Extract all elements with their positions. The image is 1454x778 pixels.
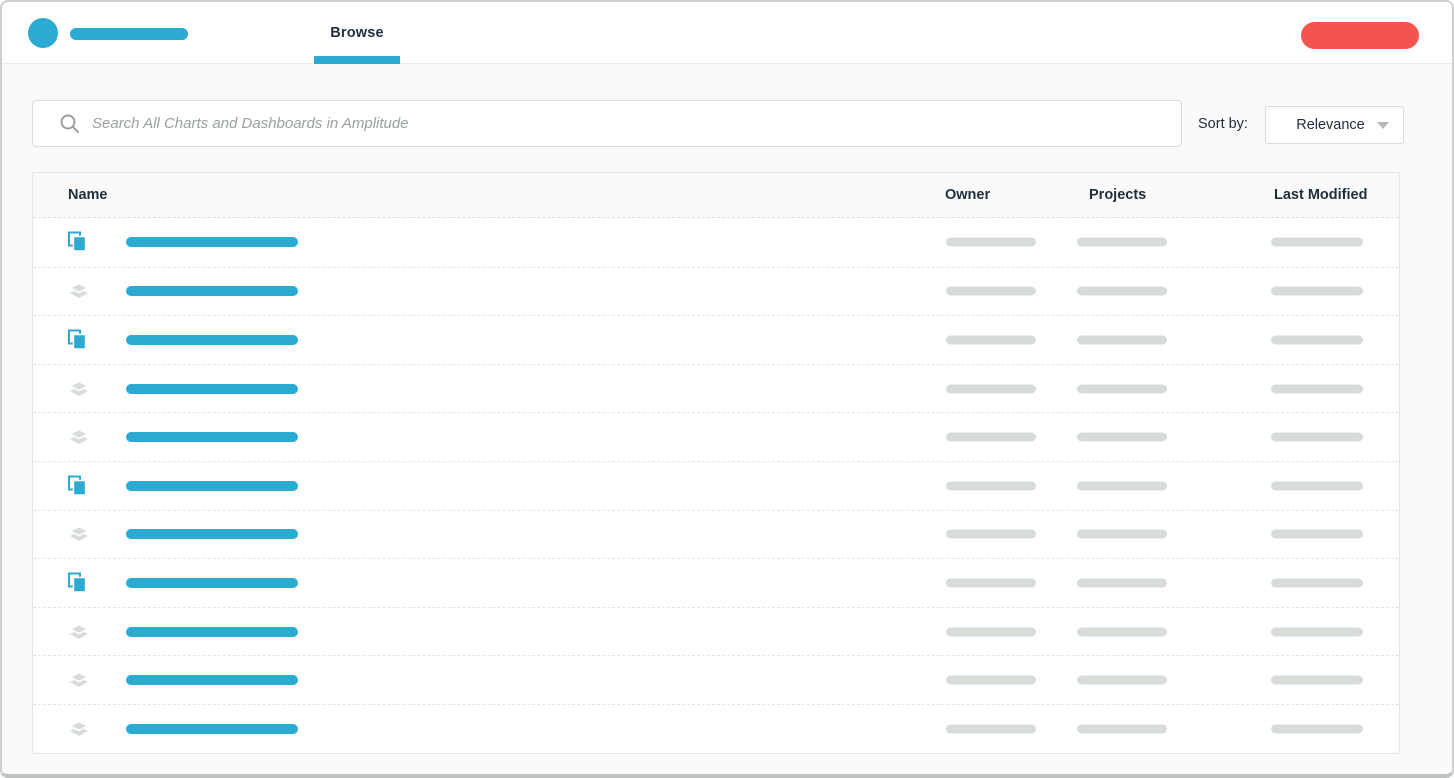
name-placeholder-bar bbox=[126, 529, 298, 539]
owner-placeholder-bar bbox=[946, 530, 1036, 539]
active-tab-indicator bbox=[314, 56, 400, 64]
last-modified-placeholder-bar bbox=[1271, 481, 1363, 490]
name-placeholder-bar bbox=[126, 237, 298, 247]
search-bar[interactable] bbox=[32, 100, 1182, 147]
owner-placeholder-bar bbox=[946, 627, 1036, 636]
owner-placeholder-bar bbox=[946, 578, 1036, 587]
column-header-name: Name bbox=[68, 173, 108, 218]
owner-placeholder-bar bbox=[946, 433, 1036, 442]
projects-placeholder-bar bbox=[1077, 627, 1167, 636]
name-placeholder-bar bbox=[126, 675, 298, 685]
tab-browse-label: Browse bbox=[330, 25, 384, 41]
layers-icon bbox=[68, 526, 90, 543]
table-row[interactable] bbox=[33, 315, 1399, 364]
sort-dropdown-value: Relevance bbox=[1284, 117, 1377, 133]
owner-placeholder-bar bbox=[946, 287, 1036, 296]
table-row[interactable] bbox=[33, 412, 1399, 461]
name-placeholder-bar bbox=[126, 578, 298, 588]
owner-placeholder-bar bbox=[946, 481, 1036, 490]
table-row[interactable] bbox=[33, 655, 1399, 704]
avatar[interactable] bbox=[28, 18, 58, 48]
copy-icon bbox=[68, 232, 87, 253]
results-table: Name Owner Projects Last Modified bbox=[32, 172, 1400, 754]
owner-placeholder-bar bbox=[946, 238, 1036, 247]
cta-button-placeholder[interactable] bbox=[1301, 22, 1419, 49]
table-row[interactable] bbox=[33, 558, 1399, 607]
name-placeholder-bar bbox=[126, 724, 298, 734]
projects-placeholder-bar bbox=[1077, 335, 1167, 344]
name-placeholder-bar bbox=[126, 384, 298, 394]
table-row[interactable] bbox=[33, 267, 1399, 316]
last-modified-placeholder-bar bbox=[1271, 238, 1363, 247]
last-modified-placeholder-bar bbox=[1271, 530, 1363, 539]
search-input[interactable] bbox=[92, 101, 1181, 146]
last-modified-placeholder-bar bbox=[1271, 287, 1363, 296]
table-row[interactable] bbox=[33, 461, 1399, 510]
name-placeholder-bar bbox=[126, 335, 298, 345]
table-row[interactable] bbox=[33, 704, 1399, 753]
copy-icon bbox=[68, 329, 87, 350]
table-row[interactable] bbox=[33, 218, 1399, 267]
name-placeholder-bar bbox=[126, 432, 298, 442]
table-row[interactable] bbox=[33, 510, 1399, 559]
projects-placeholder-bar bbox=[1077, 724, 1167, 733]
search-icon bbox=[59, 113, 80, 134]
last-modified-placeholder-bar bbox=[1271, 335, 1363, 344]
table-row[interactable] bbox=[33, 364, 1399, 413]
column-header-projects: Projects bbox=[1089, 173, 1146, 218]
name-placeholder-bar bbox=[126, 481, 298, 491]
table-row[interactable] bbox=[33, 607, 1399, 656]
projects-placeholder-bar bbox=[1077, 238, 1167, 247]
projects-placeholder-bar bbox=[1077, 433, 1167, 442]
projects-placeholder-bar bbox=[1077, 578, 1167, 587]
layers-icon bbox=[68, 672, 90, 689]
copy-icon bbox=[68, 475, 87, 496]
owner-placeholder-bar bbox=[946, 676, 1036, 685]
projects-placeholder-bar bbox=[1077, 287, 1167, 296]
last-modified-placeholder-bar bbox=[1271, 384, 1363, 393]
projects-placeholder-bar bbox=[1077, 530, 1167, 539]
name-placeholder-bar bbox=[126, 627, 298, 637]
last-modified-placeholder-bar bbox=[1271, 724, 1363, 733]
owner-placeholder-bar bbox=[946, 335, 1036, 344]
layers-icon bbox=[68, 429, 90, 446]
table-header-row: Name Owner Projects Last Modified bbox=[33, 173, 1399, 218]
copy-icon bbox=[68, 572, 87, 593]
last-modified-placeholder-bar bbox=[1271, 578, 1363, 587]
table-body bbox=[33, 218, 1399, 753]
app-window: Browse Sort by: Relevance Name Owner Pro… bbox=[0, 0, 1454, 778]
layers-icon bbox=[68, 623, 90, 640]
projects-placeholder-bar bbox=[1077, 676, 1167, 685]
layers-icon bbox=[68, 380, 90, 397]
last-modified-placeholder-bar bbox=[1271, 433, 1363, 442]
name-placeholder-bar bbox=[126, 286, 298, 296]
top-nav-bar: Browse bbox=[2, 2, 1452, 64]
tab-browse[interactable]: Browse bbox=[314, 2, 400, 64]
owner-placeholder-bar bbox=[946, 724, 1036, 733]
last-modified-placeholder-bar bbox=[1271, 676, 1363, 685]
logo-placeholder bbox=[70, 28, 188, 40]
sort-dropdown[interactable]: Relevance bbox=[1265, 106, 1404, 144]
owner-placeholder-bar bbox=[946, 384, 1036, 393]
layers-icon bbox=[68, 720, 90, 737]
sort-by-label: Sort by: bbox=[1198, 116, 1248, 132]
projects-placeholder-bar bbox=[1077, 481, 1167, 490]
column-header-last-modified: Last Modified bbox=[1274, 173, 1367, 218]
projects-placeholder-bar bbox=[1077, 384, 1167, 393]
chevron-down-icon bbox=[1377, 122, 1389, 129]
column-header-owner: Owner bbox=[945, 173, 990, 218]
last-modified-placeholder-bar bbox=[1271, 627, 1363, 636]
layers-icon bbox=[68, 283, 90, 300]
